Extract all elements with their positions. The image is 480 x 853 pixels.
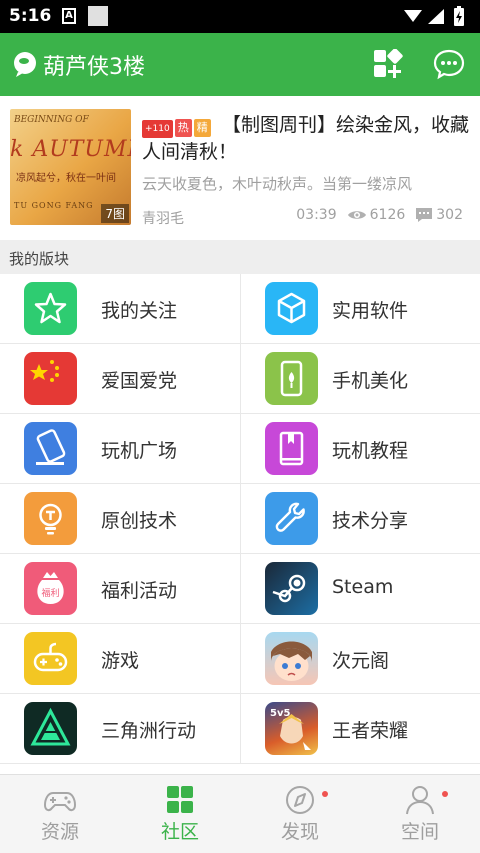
phone-beautify-icon [265, 352, 318, 405]
comment-icon [416, 208, 433, 222]
thumb-line: 凉风起兮，秋在一叶间 [16, 173, 116, 184]
gamepad-icon [24, 632, 77, 685]
section-header: 我的版块 [0, 240, 480, 274]
post-time: 03:39 [296, 207, 337, 223]
board-grid: 我的关注 实用软件 爱国爱党 手机美化 玩机广场 玩机教程 原创技术 技术分享 … [0, 274, 480, 774]
board-label: 技术分享 [332, 510, 409, 532]
board-item-useful-software[interactable]: 实用软件 [240, 274, 480, 344]
board-label: 游戏 [101, 650, 140, 672]
honor-of-kings-icon: 5v5 [265, 702, 318, 755]
nav-label: 社区 [160, 821, 199, 843]
nav-label: 发现 [280, 821, 319, 843]
app-title: 葫芦侠3楼 [43, 55, 145, 80]
delta-force-icon [24, 702, 77, 755]
bulb-icon [24, 492, 77, 545]
message-icon[interactable] [433, 48, 465, 80]
wrench-icon [265, 492, 318, 545]
comment-count: 302 [436, 207, 463, 223]
nav-label: 空间 [400, 821, 439, 843]
thumb-footer: TU GONG FANG [14, 201, 94, 210]
cube-icon [265, 282, 318, 335]
system-status-icons [404, 6, 464, 26]
star-icon [24, 282, 77, 335]
view-count: 6126 [369, 207, 406, 223]
board-item-phone-beautify[interactable]: 手机美化 [240, 344, 480, 414]
steam-icon [265, 562, 318, 615]
notification-dot [322, 791, 328, 797]
board-item-my-follow[interactable]: 我的关注 [0, 274, 240, 344]
signal-icon [428, 9, 444, 24]
board-item-welfare[interactable]: 福利 福利活动 [0, 554, 240, 624]
board-label: 福利活动 [101, 580, 178, 602]
anime-avatar-icon [265, 632, 318, 685]
board-item-patriotic[interactable]: 爱国爱党 [0, 344, 240, 414]
tutorial-book-icon [265, 422, 318, 475]
nav-label: 资源 [40, 821, 79, 843]
board-item-tech-share[interactable]: 技术分享 [240, 484, 480, 554]
board-label: 三角洲行动 [101, 720, 197, 742]
section-title: 我的版块 [9, 250, 70, 268]
thumb-title: k AUTUMN [10, 137, 131, 162]
person-icon [406, 786, 434, 815]
compass-icon [286, 786, 314, 814]
china-flag-icon [24, 352, 77, 405]
board-item-honor-of-kings[interactable]: 5v5 王者荣耀 [240, 694, 480, 764]
featured-author[interactable]: 青羽毛 [142, 208, 184, 228]
notification-square-icon [88, 6, 108, 26]
board-label: Steam [332, 576, 394, 598]
board-label: 实用软件 [332, 300, 409, 322]
board-item-delta-force[interactable]: 三角洲行动 [0, 694, 240, 764]
add-board-icon[interactable] [373, 49, 403, 79]
gourd-logo-icon [14, 52, 36, 77]
featured-thumbnail[interactable]: BEGINNING OF k AUTUMN 凉风起兮，秋在一叶间 TU GONG… [10, 109, 131, 225]
board-label: 玩机广场 [101, 440, 178, 462]
thumb-subtitle: BEGINNING OF [14, 115, 89, 125]
community-grid-icon [167, 786, 193, 813]
bottom-nav: 资源 社区 发现 空间 [0, 774, 480, 853]
board-label: 次元阁 [332, 650, 390, 672]
board-label: 手机美化 [332, 370, 409, 392]
board-label: 王者荣耀 [332, 720, 409, 742]
featured-title[interactable]: 【制图周刊】绘染金风，收藏人间清秋！ [142, 112, 472, 166]
nav-tab-space[interactable]: 空间 [360, 775, 480, 853]
image-count-badge: 7图 [101, 204, 129, 223]
board-item-phone-square[interactable]: 玩机广场 [0, 414, 240, 484]
app-bar: 葫芦侠3楼 [0, 33, 480, 96]
phone-tilt-icon [24, 422, 77, 475]
wifi-icon [404, 10, 422, 22]
gamepad-outline-icon [44, 792, 76, 812]
featured-description: 云天收夏色，木叶动秋声。当第一缕凉风 [142, 175, 413, 193]
status-time: 5:16 [9, 6, 52, 26]
svg-text:福利: 福利 [41, 587, 59, 599]
board-item-anime[interactable]: 次元阁 [240, 624, 480, 694]
nav-tab-resources[interactable]: 资源 [0, 775, 120, 853]
gift-bag-icon: 福利 [24, 562, 77, 615]
board-item-games[interactable]: 游戏 [0, 624, 240, 694]
status-bar: 5:16 A [0, 0, 480, 33]
board-label: 玩机教程 [332, 440, 409, 462]
featured-meta: 03:39 6126 302 [296, 207, 463, 223]
nav-tab-community[interactable]: 社区 [120, 775, 240, 853]
board-label: 原创技术 [101, 510, 178, 532]
nav-tab-discover[interactable]: 发现 [240, 775, 360, 853]
notification-dot [442, 791, 448, 797]
board-item-phone-tutorial[interactable]: 玩机教程 [240, 414, 480, 484]
board-label: 我的关注 [101, 300, 178, 322]
board-label: 爱国爱党 [101, 370, 178, 392]
board-item-steam[interactable]: Steam [240, 554, 480, 624]
eye-icon [347, 211, 366, 219]
notification-icon: A [62, 8, 76, 24]
board-item-original-tech[interactable]: 原创技术 [0, 484, 240, 554]
